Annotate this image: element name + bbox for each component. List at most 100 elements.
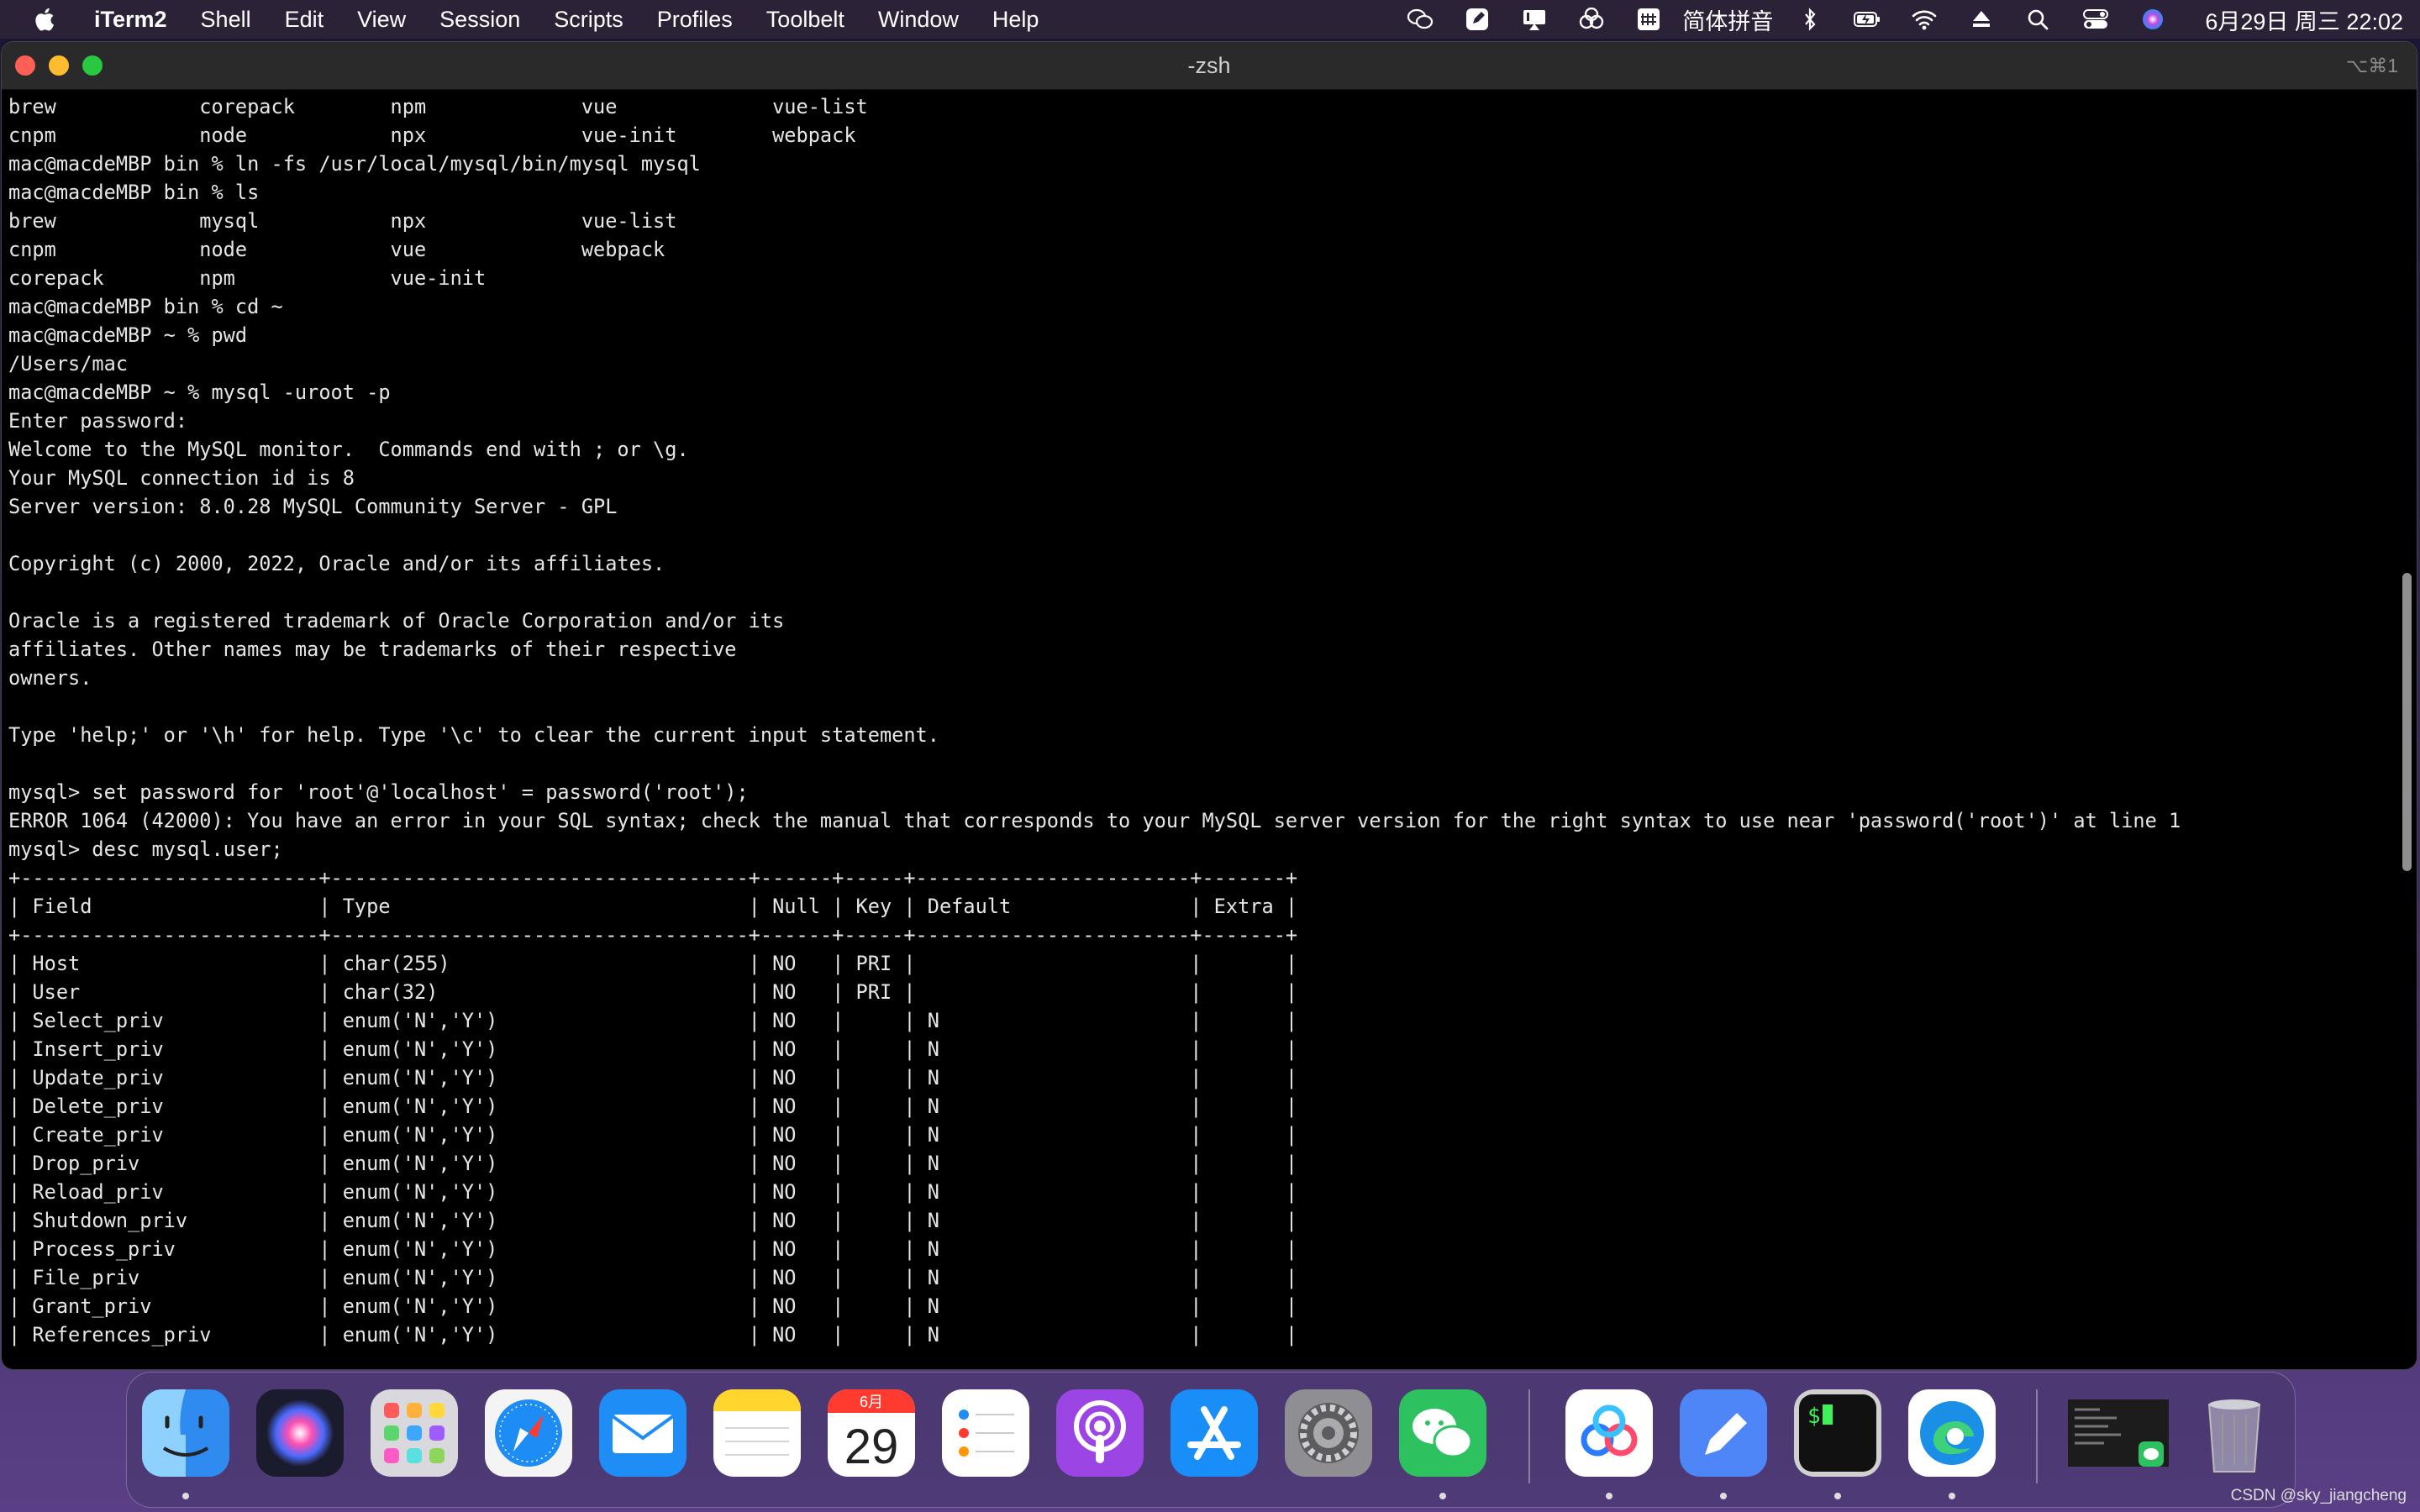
dock-mail[interactable] — [599, 1389, 687, 1477]
dock-podcasts[interactable] — [1056, 1389, 1144, 1477]
menu-session[interactable]: Session — [423, 0, 537, 39]
wechat-app-icon — [1399, 1389, 1486, 1477]
eject-icon[interactable] — [1967, 7, 1996, 32]
dock-notes[interactable] — [713, 1389, 801, 1477]
dock-separator — [1528, 1389, 1530, 1483]
terminal-line: affiliates. Other names may be trademark… — [8, 638, 737, 661]
terminal-line: mac@macdeMBP bin % ln -fs /usr/local/mys… — [8, 152, 701, 176]
dock-system-preferences[interactable] — [1285, 1389, 1372, 1477]
dock-app-store[interactable] — [1171, 1389, 1258, 1477]
terminal-app-icon: $ — [1794, 1389, 1881, 1477]
dock-iterm2[interactable]: $ — [1794, 1389, 1881, 1477]
launchpad-icon — [371, 1389, 458, 1477]
terminal-line: corepack npm vue-init — [8, 266, 487, 290]
pen-icon[interactable] — [1463, 7, 1491, 32]
window-title: -zsh — [1187, 53, 1231, 78]
terminal-line: +-------------------------+-------------… — [8, 923, 1298, 947]
settings-gear-icon — [1285, 1389, 1372, 1477]
menu-edit[interactable]: Edit — [268, 0, 341, 39]
siri-app-icon — [256, 1389, 344, 1477]
dock-launchpad[interactable] — [371, 1389, 458, 1477]
edge-browser-icon — [1908, 1389, 1996, 1477]
dock-safari[interactable] — [485, 1389, 572, 1477]
dock-calendar[interactable]: 6月 29 — [828, 1389, 915, 1477]
apple-menu-icon[interactable] — [34, 6, 57, 33]
terminal-line: Enter password: — [8, 409, 188, 433]
dock-pen-app[interactable] — [1680, 1389, 1767, 1477]
terminal-line: Copyright (c) 2000, 2022, Oracle and/or … — [8, 552, 666, 575]
reminders-icon — [942, 1389, 1029, 1477]
dock-separator-2 — [2036, 1389, 2038, 1483]
input-method-icon[interactable] — [1634, 7, 1663, 32]
dock-baidu-netdisk[interactable] — [1565, 1389, 1653, 1477]
siri-icon[interactable] — [2139, 7, 2167, 32]
wechat-icon[interactable] — [1406, 7, 1434, 32]
terminal-line: mac@macdeMBP ~ % pwd — [8, 323, 248, 347]
terminal-line: | User | char(32) | NO | PRI | | | — [8, 980, 1298, 1004]
terminal-line: | Insert_priv | enum('N','Y') | NO | | N… — [8, 1037, 1298, 1061]
menu-scripts[interactable]: Scripts — [537, 0, 640, 39]
battery-charging-icon[interactable] — [1853, 7, 1881, 32]
terminal-line: Type 'help;' or '\h' for help. Type '\c'… — [8, 723, 939, 747]
terminal-window: -zsh ⌥⌘1 brew corepack npm vue vue-list c… — [2, 42, 2417, 1369]
menu-toolbelt[interactable]: Toolbelt — [750, 0, 861, 39]
dock-edge[interactable] — [1908, 1389, 1996, 1477]
airplay-icon[interactable] — [1520, 7, 1549, 32]
terminal-line: | Select_priv | enum('N','Y') | NO | | N… — [8, 1009, 1298, 1032]
terminal-line: Welcome to the MySQL monitor. Commands e… — [8, 438, 689, 461]
terminal-line: Server version: 8.0.28 MySQL Community S… — [8, 495, 618, 518]
watermark: CSDN @sky_jiangcheng — [2230, 1487, 2407, 1504]
terminal-scrollbar[interactable] — [2402, 573, 2412, 871]
pen-app-icon — [1680, 1389, 1767, 1477]
terminal-line: +-------------------------+-------------… — [8, 866, 1298, 890]
search-icon[interactable] — [2024, 7, 2053, 32]
mail-icon — [599, 1389, 687, 1477]
finder-icon — [142, 1389, 229, 1477]
dock-window-preview[interactable] — [2068, 1389, 2169, 1477]
control-center-icon[interactable] — [2081, 7, 2110, 32]
bluetooth-icon[interactable] — [1796, 7, 1824, 32]
app-store-icon — [1171, 1389, 1258, 1477]
menubar-clock[interactable]: 6月29日 周三 22:02 — [2205, 3, 2403, 36]
terminal-line: Your MySQL connection id is 8 — [8, 466, 355, 490]
menu-shell[interactable]: Shell — [184, 0, 268, 39]
terminal-line: ERROR 1064 (42000): You have an error in… — [8, 809, 2181, 832]
dock-trash[interactable] — [2191, 1389, 2278, 1477]
terminal-line: mysql> set password for 'root'@'localhos… — [8, 780, 749, 804]
terminal-output[interactable]: brew corepack npm vue vue-list cnpm node … — [8, 92, 2395, 1365]
dock: 6月 29 $ — [126, 1372, 2296, 1508]
baidu-netdisk-icon[interactable] — [1577, 7, 1606, 32]
terminal-line: | Drop_priv | enum('N','Y') | NO | | N |… — [8, 1152, 1298, 1175]
terminal-line: mac@macdeMBP bin % cd ~ — [8, 295, 283, 318]
terminal-line: | Update_priv | enum('N','Y') | NO | | N… — [8, 1066, 1298, 1089]
terminal-line: brew corepack npm vue vue-list — [8, 95, 868, 118]
trash-icon — [2207, 1399, 2261, 1473]
terminal-line: mac@macdeMBP ~ % mysql -uroot -p — [8, 381, 391, 404]
dock-finder[interactable] — [142, 1389, 229, 1477]
podcasts-icon — [1056, 1389, 1144, 1477]
wifi-icon[interactable] — [1910, 7, 1939, 32]
input-method-label[interactable]: 简体拼音 — [1682, 3, 1773, 36]
terminal-line: | Shutdown_priv | enum('N','Y') | NO | |… — [8, 1209, 1298, 1232]
menu-bar: iTerm2 Shell Edit View Session Scripts P… — [0, 0, 2420, 39]
terminal-line: /Users/mac — [8, 352, 129, 375]
dock-siri[interactable] — [256, 1389, 344, 1477]
menu-profiles[interactable]: Profiles — [640, 0, 750, 39]
window-titlebar[interactable]: -zsh ⌥⌘1 — [2, 42, 2417, 90]
notes-icon — [713, 1389, 801, 1477]
menu-help[interactable]: Help — [976, 0, 1056, 39]
dock-wechat[interactable] — [1399, 1389, 1486, 1477]
terminal-line: | Field | Type | Null | Key | Default | … — [8, 895, 1298, 918]
menu-window[interactable]: Window — [861, 0, 976, 39]
terminal-line: | File_priv | enum('N','Y') | NO | | N |… — [8, 1266, 1298, 1289]
menu-app-name[interactable]: iTerm2 — [86, 0, 184, 39]
window-shortcut-label: ⌥⌘1 — [2345, 55, 2398, 76]
menu-view[interactable]: View — [340, 0, 423, 39]
terminal-line: cnpm node npx vue-init webpack — [8, 123, 856, 147]
terminal-line: Oracle is a registered trademark of Orac… — [8, 609, 785, 633]
dock-reminders[interactable] — [942, 1389, 1029, 1477]
